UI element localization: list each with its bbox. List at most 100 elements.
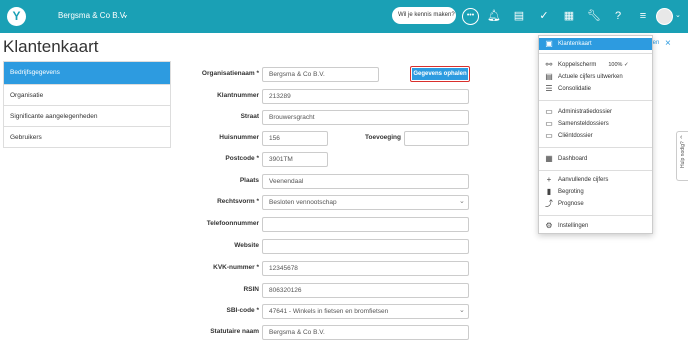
navigation-dropdown: ▣ Klantenkaart ⚯ Koppelscherm 100% ✓ ▤ Actue… [538, 35, 653, 234]
sidebar: Bedrijfsgegevens Organisatie Significant… [3, 61, 171, 148]
field-statutaire: Statutaire naam Bergsma & Co B.V. [170, 325, 470, 340]
plaats-input[interactable]: Veenendaal [262, 174, 469, 189]
straat-input[interactable]: Brouwersgracht [262, 110, 469, 125]
menu-item-koppelscherm[interactable]: ⚯ Koppelscherm 100% ✓ [539, 59, 652, 71]
chevron-down-icon[interactable]: ⌄ [459, 197, 465, 205]
plus-icon: + [546, 175, 552, 184]
bell-icon[interactable]: 🔔︎ [486, 8, 502, 24]
field-label: Huisnummer [219, 134, 259, 141]
chevron-down-icon[interactable]: ⌄ [459, 306, 465, 314]
doc-icon: ▤ [545, 72, 553, 81]
menu-item-instellingen[interactable]: ⚙ Instellingen [539, 220, 652, 232]
divider [539, 100, 652, 101]
field-rsin: RSIN 806320126 [170, 283, 470, 298]
progress-badge: 100% ✓ [608, 62, 629, 68]
chat-icon[interactable]: ••• [462, 8, 479, 25]
field-label: Postcode * [225, 155, 259, 162]
huisnummer-input[interactable]: 156 [262, 131, 328, 146]
rechtsvorm-select[interactable]: Besloten vennootschap [262, 195, 469, 210]
toevoeging-input[interactable] [404, 131, 469, 146]
help-tab-label: Hulp nodig? [680, 141, 686, 168]
forms-icon[interactable]: ▤ [511, 8, 527, 24]
fetch-data-button[interactable]: Gegevens ophalen [410, 66, 470, 82]
field-klantnummer: Klantnummer 213289 [170, 89, 470, 104]
menu-item-dashboard[interactable]: ▦ Dashboard [539, 153, 652, 165]
sidebar-item-organisatie[interactable]: Organisatie [4, 84, 170, 105]
fetch-data-label: Gegevens ophalen [412, 68, 468, 80]
website-input[interactable] [262, 239, 469, 254]
field-label: Telefoonnummer [206, 220, 259, 227]
statutaire-input[interactable]: Bergsma & Co B.V. [262, 325, 469, 340]
divider [539, 170, 652, 171]
top-bar: Y Bergsma & Co B.V. ⌄ Wil je kennis make… [0, 0, 688, 33]
toevoeging-label: Toevoeging [365, 134, 401, 141]
field-label: Klantnummer [217, 92, 259, 99]
field-plaats: Plaats Veenendaal [170, 174, 470, 189]
field-label: Rechtsvorm * [217, 198, 259, 205]
organisatienaam-input[interactable]: Bergsma & Co B.V. [262, 67, 379, 82]
divider [539, 53, 652, 54]
field-sbi: SBI-code * 47641 - Winkels in fietsen en… [170, 304, 470, 319]
menu-icon[interactable]: ≡ [635, 8, 651, 24]
id-card-icon: ▣ [545, 39, 553, 48]
field-label: SBI-code * [226, 307, 259, 314]
menu-item-begroting[interactable]: ▮ Begroting [539, 186, 652, 198]
field-telefoon: Telefoonnummer [170, 217, 470, 232]
field-label: Organisatienaam * [201, 70, 259, 77]
help-pill[interactable]: Wil je kennis maken? [392, 7, 456, 24]
divider [539, 215, 652, 216]
help-icon[interactable]: ? [610, 8, 626, 24]
sidebar-item-bedrijfsgegevens[interactable]: Bedrijfsgegevens [4, 62, 170, 84]
field-label: Plaats [239, 177, 259, 184]
sbi-select[interactable]: 47641 - Winkels in fietsen en bromfietse… [262, 304, 469, 319]
wrench-icon[interactable]: 🔧︎ [586, 8, 602, 24]
company-selector[interactable]: Bergsma & Co B.V. [58, 11, 127, 20]
field-label: Website [234, 242, 259, 249]
avatar-chevron-icon[interactable]: ⌄ [675, 11, 681, 19]
field-label: RSIN [243, 286, 259, 293]
telefoon-input[interactable] [262, 217, 469, 232]
check-circle-icon[interactable]: ✓ [536, 8, 552, 24]
menu-item-administratiedossier[interactable]: ▭ Administratiedossier [539, 106, 652, 118]
grid-icon[interactable]: ▦ [561, 8, 577, 24]
bar-chart-icon: ▮ [546, 187, 552, 196]
avatar[interactable] [656, 8, 673, 25]
menu-item-clientdossier[interactable]: ▭ Cliëntdossier [539, 130, 652, 142]
chevron-down-icon[interactable]: ⌄ [122, 10, 129, 19]
page-title: Klantenkaart [3, 37, 99, 56]
field-website: Website [170, 239, 470, 254]
sidebar-item-gebruikers[interactable]: Gebruikers [4, 126, 170, 147]
sidebar-item-significante[interactable]: Significante aangelegenheden [4, 105, 170, 126]
trend-icon: ⤴ [545, 199, 553, 208]
field-label: Straat [240, 113, 259, 120]
klantnummer-input[interactable]: 213289 [262, 89, 469, 104]
menu-item-aanvullende-cijfers[interactable]: + Aanvullende cijfers [539, 174, 652, 186]
gear-icon: ⚙ [545, 221, 553, 230]
field-straat: Straat Brouwersgracht [170, 110, 470, 125]
kvk-input[interactable]: 12345678 [262, 261, 469, 276]
menu-item-consolidatie[interactable]: ☰ Consolidatie [539, 83, 652, 95]
field-label: Statutaire naam [210, 328, 259, 335]
app-logo[interactable]: Y [7, 7, 26, 26]
close-icon[interactable]: × [665, 38, 671, 49]
help-tab[interactable]: ‹ Hulp nodig? [676, 131, 688, 181]
rsin-input[interactable]: 806320126 [262, 283, 469, 298]
link-icon: ⚯ [545, 60, 553, 69]
field-kvk: KVK-nummer * 12345678 [170, 261, 470, 276]
menu-item-actuele-cijfers[interactable]: ▤ Actuele cijfers uitwerken [539, 71, 652, 83]
field-label: KVK-nummer * [213, 264, 259, 271]
postcode-input[interactable]: 3901TM [262, 152, 328, 167]
menu-item-prognose[interactable]: ⤴ Prognose [539, 198, 652, 210]
folder-user-icon: ▭ [545, 131, 553, 140]
divider [539, 147, 652, 148]
folders-icon: ▭ [545, 119, 553, 128]
menu-item-klantenkaart[interactable]: ▣ Klantenkaart [539, 38, 652, 50]
dashboard-icon: ▦ [545, 154, 553, 163]
field-rechtsvorm: Rechtsvorm * Besloten vennootschap ⌄ [170, 195, 470, 210]
menu-item-samensteldossiers[interactable]: ▭ Samensteldossiers [539, 118, 652, 130]
folder-icon: ▭ [545, 107, 553, 116]
layers-icon: ☰ [545, 84, 553, 93]
field-huisnummer: Huisnummer 156 Toevoeging [170, 131, 470, 146]
chevron-left-icon: ‹ [680, 134, 683, 141]
field-postcode: Postcode * 3901TM [170, 152, 470, 167]
